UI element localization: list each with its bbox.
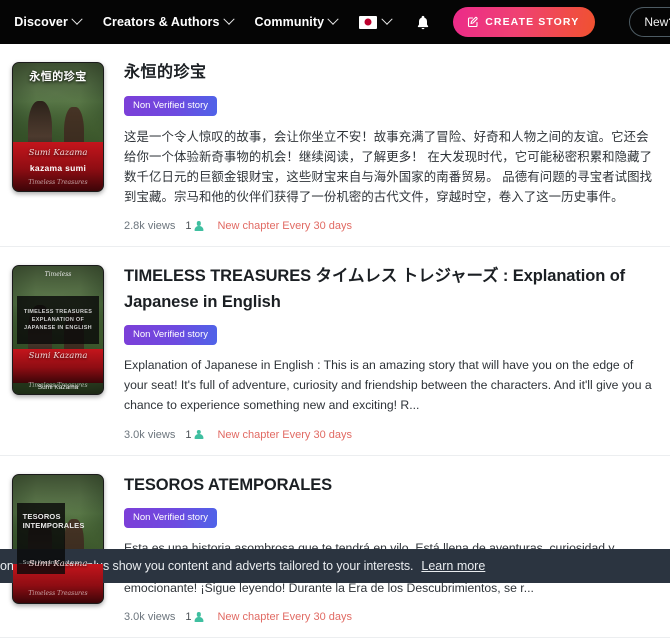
nav-item-creators-authors[interactable]: Creators & Authors xyxy=(103,15,233,29)
story-meta-row: 3.0k views 1 New chapter Every 30 days xyxy=(124,429,658,441)
story-details: TIMELESS TREASURES タイムレス トレジャーズ : Explan… xyxy=(124,263,658,440)
language-selector[interactable] xyxy=(359,16,391,29)
cover-title-text: 永恒的珍宝 xyxy=(13,71,103,84)
status-badge[interactable]: Non Verified story xyxy=(124,325,217,345)
story-meta-row: 2.8k views 1 New chapter Every 30 days xyxy=(124,220,658,232)
story-card[interactable]: 永恒的珍宝 Sumi Kazama kazama sumi Timeless T… xyxy=(0,44,670,247)
cover-author-script: Sumi Kazama xyxy=(13,148,103,158)
status-badge[interactable]: Non Verified story xyxy=(124,96,217,116)
chapter-schedule: New chapter Every 30 days xyxy=(217,429,352,441)
cover-author-bold: kazama sumi xyxy=(13,163,103,173)
learn-more-link[interactable]: Learn more xyxy=(421,559,485,573)
nav-items-group: Discover Creators & Authors Community xyxy=(14,7,670,37)
nav-item-discover-label: Discover xyxy=(14,15,68,29)
cover-author-script: Sumi Kazama xyxy=(13,351,103,361)
views-count: 2.8k views xyxy=(124,220,175,232)
authors-count-value: 1 xyxy=(185,220,191,232)
chapter-schedule: New chapter Every 30 days xyxy=(217,220,352,232)
cover-bottom-name: Sumi Kazama xyxy=(13,384,103,391)
create-story-button[interactable]: CREATE STORY xyxy=(453,7,595,37)
nav-item-creators-authors-label: Creators & Authors xyxy=(103,15,220,29)
story-cover-image[interactable]: 永恒的珍宝 Sumi Kazama kazama sumi Timeless T… xyxy=(12,62,104,192)
cover-top-mark: Timeless xyxy=(13,271,103,278)
person-icon xyxy=(194,430,203,440)
nav-item-community-label: Community xyxy=(255,15,325,29)
story-title[interactable]: 永恒的珍宝 xyxy=(124,61,658,86)
edit-square-icon xyxy=(467,16,479,28)
story-description: 这是一个令人惊叹的故事，会让你坐立不安！故事充满了冒险、好奇和人物之间的友谊。它… xyxy=(124,127,658,207)
authors-count: 1 xyxy=(185,429,203,441)
story-meta-row: 3.0k views 1 New chapter Every 30 days xyxy=(124,611,658,623)
chapter-schedule: New chapter Every 30 days xyxy=(217,611,352,623)
story-description: Explanation of Japanese in English : Thi… xyxy=(124,356,658,415)
chevron-down-icon xyxy=(328,14,339,25)
nav-item-community[interactable]: Community xyxy=(255,15,338,29)
story-details: 永恒的珍宝 Non Verified story 这是一个令人惊叹的故事，会让你… xyxy=(124,60,658,232)
story-cover-image[interactable]: TESOROS INTEMPORALES Sumi Kazama Sumi Ka… xyxy=(12,474,104,604)
story-cover-wrapper[interactable]: 永恒的珍宝 Sumi Kazama kazama sumi Timeless T… xyxy=(12,60,104,232)
cover-footer-text: Timeless Treasures xyxy=(13,179,103,186)
japan-flag-icon xyxy=(359,16,377,29)
status-badge[interactable]: Non Verified story xyxy=(124,508,217,528)
authors-count-value: 1 xyxy=(185,429,191,441)
story-cover-image[interactable]: Timeless TIMELESS TREASURES EXPLANATION … xyxy=(12,265,104,395)
nav-item-discover[interactable]: Discover xyxy=(14,15,81,29)
story-card[interactable]: TESOROS INTEMPORALES Sumi Kazama Sumi Ka… xyxy=(0,456,670,638)
story-details: TESOROS ATEMPORALES Non Verified story E… xyxy=(124,472,658,624)
story-title[interactable]: TESOROS ATEMPORALES xyxy=(124,473,658,499)
person-icon xyxy=(194,221,203,231)
new-help-button[interactable]: New? xyxy=(629,7,670,37)
new-help-label: New? xyxy=(644,15,670,29)
chevron-down-icon xyxy=(71,14,82,25)
story-title[interactable]: TIMELESS TREASURES タイムレス トレジャーズ : Explan… xyxy=(124,264,658,315)
chevron-down-icon xyxy=(382,14,393,25)
chevron-down-icon xyxy=(223,14,234,25)
person-icon xyxy=(194,612,203,622)
cover-footer-text: Timeless Treasures xyxy=(13,590,103,597)
story-card[interactable]: Timeless TIMELESS TREASURES EXPLANATION … xyxy=(0,247,670,455)
bell-icon[interactable] xyxy=(415,14,431,31)
cover-title-panel: TIMELESS TREASURES EXPLANATION OF JAPANE… xyxy=(17,296,100,345)
views-count: 3.0k views xyxy=(124,429,175,441)
cover-author-script: Sumi Kazama xyxy=(13,559,103,569)
authors-count: 1 xyxy=(185,611,203,623)
top-navigation-bar: Discover Creators & Authors Community xyxy=(0,0,670,44)
create-story-label: CREATE STORY xyxy=(485,16,579,28)
story-cover-wrapper[interactable]: TESOROS INTEMPORALES Sumi Kazama Sumi Ka… xyxy=(12,472,104,624)
story-cover-wrapper[interactable]: Timeless TIMELESS TREASURES EXPLANATION … xyxy=(12,263,104,440)
views-count: 3.0k views xyxy=(124,611,175,623)
authors-count-value: 1 xyxy=(185,611,191,623)
authors-count: 1 xyxy=(185,220,203,232)
